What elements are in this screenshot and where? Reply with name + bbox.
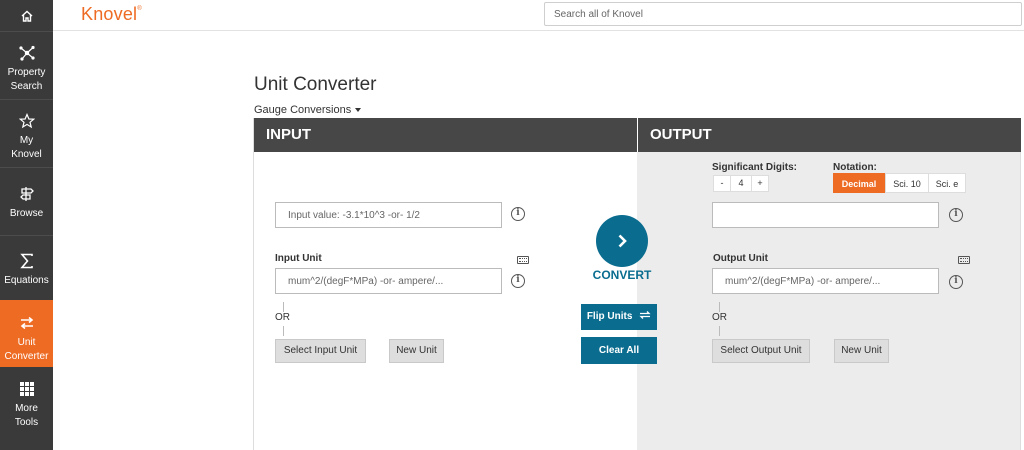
- knovel-logo[interactable]: Knovel®: [81, 4, 142, 25]
- output-unit-field[interactable]: mum^2/(degF*MPa) -or- ampere/...: [712, 268, 939, 294]
- keyboard-icon[interactable]: [517, 256, 529, 264]
- info-icon[interactable]: i: [511, 207, 525, 221]
- flip-units-label: Flip Units: [586, 311, 633, 322]
- input-header: INPUT: [254, 118, 637, 152]
- flip-units-button[interactable]: Flip Units: [581, 304, 657, 330]
- input-unit-placeholder: mum^2/(degF*MPa) -or- ampere/...: [288, 276, 444, 287]
- convert-label[interactable]: CONVERT: [586, 268, 658, 282]
- search-input[interactable]: Search all of Knovel: [544, 2, 1022, 26]
- keyboard-icon[interactable]: [958, 256, 970, 264]
- sidebar-item-label: Search: [10, 81, 43, 92]
- signpost-icon: [19, 187, 34, 201]
- sidebar-item-unit-converter[interactable]: Unit Converter: [0, 300, 53, 367]
- significant-digits-stepper: - 4 +: [713, 175, 769, 192]
- divider-line: [719, 326, 720, 336]
- input-unit-label: Input Unit: [275, 253, 322, 264]
- notation-option-sci-e[interactable]: Sci. e: [929, 173, 966, 193]
- sidebar-item-label: Property: [7, 67, 46, 78]
- sidebar-item-label: Converter: [4, 351, 49, 362]
- info-icon[interactable]: i: [949, 208, 963, 222]
- top-bar: Knovel® Search all of Knovel: [53, 0, 1024, 31]
- chevron-right-icon: [618, 234, 627, 248]
- output-header: OUTPUT: [637, 118, 1021, 152]
- sig-increment-button[interactable]: +: [751, 175, 769, 192]
- significant-digits-label: Significant Digits:: [712, 162, 797, 173]
- new-input-unit-button[interactable]: New Unit: [389, 339, 444, 363]
- input-value-field[interactable]: Input value: -3.1*10^3 -or- 1/2: [275, 202, 502, 228]
- home-icon: [21, 10, 32, 22]
- sidebar: Property Search My Knovel Browse Equatio…: [0, 0, 53, 450]
- sidebar-item-label: My: [19, 135, 34, 146]
- sidebar-item-equations[interactable]: Equations: [0, 250, 53, 290]
- sig-decrement-button[interactable]: -: [713, 175, 731, 192]
- select-input-unit-button[interactable]: Select Input Unit: [275, 339, 366, 363]
- input-unit-field[interactable]: mum^2/(degF*MPa) -or- ampere/...: [275, 268, 502, 294]
- star-icon: [18, 113, 35, 129]
- divider-line: [719, 302, 720, 312]
- grid-icon: [19, 382, 34, 396]
- new-output-unit-button[interactable]: New Unit: [834, 339, 889, 363]
- logo-text: Knovel: [81, 4, 138, 24]
- search-placeholder: Search all of Knovel: [554, 9, 643, 20]
- output-or-label: OR: [712, 312, 727, 323]
- sidebar-item-label: Knovel: [11, 149, 42, 160]
- output-unit-placeholder: mum^2/(degF*MPa) -or- ampere/...: [725, 276, 881, 287]
- output-value-field[interactable]: [712, 202, 939, 228]
- gauge-label: Gauge Conversions: [254, 104, 352, 116]
- convert-button[interactable]: [596, 215, 648, 267]
- input-or-label: OR: [275, 312, 290, 323]
- info-icon[interactable]: i: [511, 274, 525, 288]
- clear-all-button[interactable]: Clear All: [581, 337, 657, 364]
- sidebar-item-more-tools[interactable]: More Tools: [0, 378, 53, 433]
- network-icon: [18, 45, 35, 61]
- sidebar-item-property-search[interactable]: Property Search: [0, 42, 53, 97]
- sig-value[interactable]: 4: [731, 175, 751, 192]
- notation-option-decimal[interactable]: Decimal: [833, 173, 885, 193]
- home-button[interactable]: [0, 0, 53, 31]
- sidebar-item-label: Browse: [9, 208, 44, 219]
- swap-arrows-icon: [20, 316, 33, 330]
- sidebar-item-browse[interactable]: Browse: [0, 183, 53, 223]
- sidebar-item-label: Tools: [14, 417, 39, 428]
- logo-registered-mark: ®: [137, 6, 142, 12]
- notation-label: Notation:: [833, 162, 877, 173]
- caret-down-icon: [355, 108, 362, 113]
- notation-option-sci-10[interactable]: Sci. 10: [885, 173, 929, 193]
- sidebar-item-label: Unit: [17, 337, 36, 348]
- gauge-conversions-dropdown[interactable]: Gauge Conversions: [254, 104, 362, 116]
- sidebar-item-label: More: [15, 403, 38, 414]
- info-icon[interactable]: i: [949, 275, 963, 289]
- notation-selector: Decimal Sci. 10 Sci. e: [833, 173, 966, 193]
- sidebar-item-label: Equations: [4, 275, 49, 286]
- flip-arrows-icon: [639, 311, 651, 319]
- select-output-unit-button[interactable]: Select Output Unit: [712, 339, 810, 363]
- sigma-icon: [19, 253, 33, 269]
- divider-line: [283, 326, 284, 336]
- sidebar-item-my-knovel[interactable]: My Knovel: [0, 110, 53, 165]
- input-value-placeholder: Input value: -3.1*10^3 -or- 1/2: [288, 210, 420, 221]
- divider-line: [283, 302, 284, 312]
- output-unit-label: Output Unit: [713, 253, 768, 264]
- page-title: Unit Converter: [254, 74, 377, 95]
